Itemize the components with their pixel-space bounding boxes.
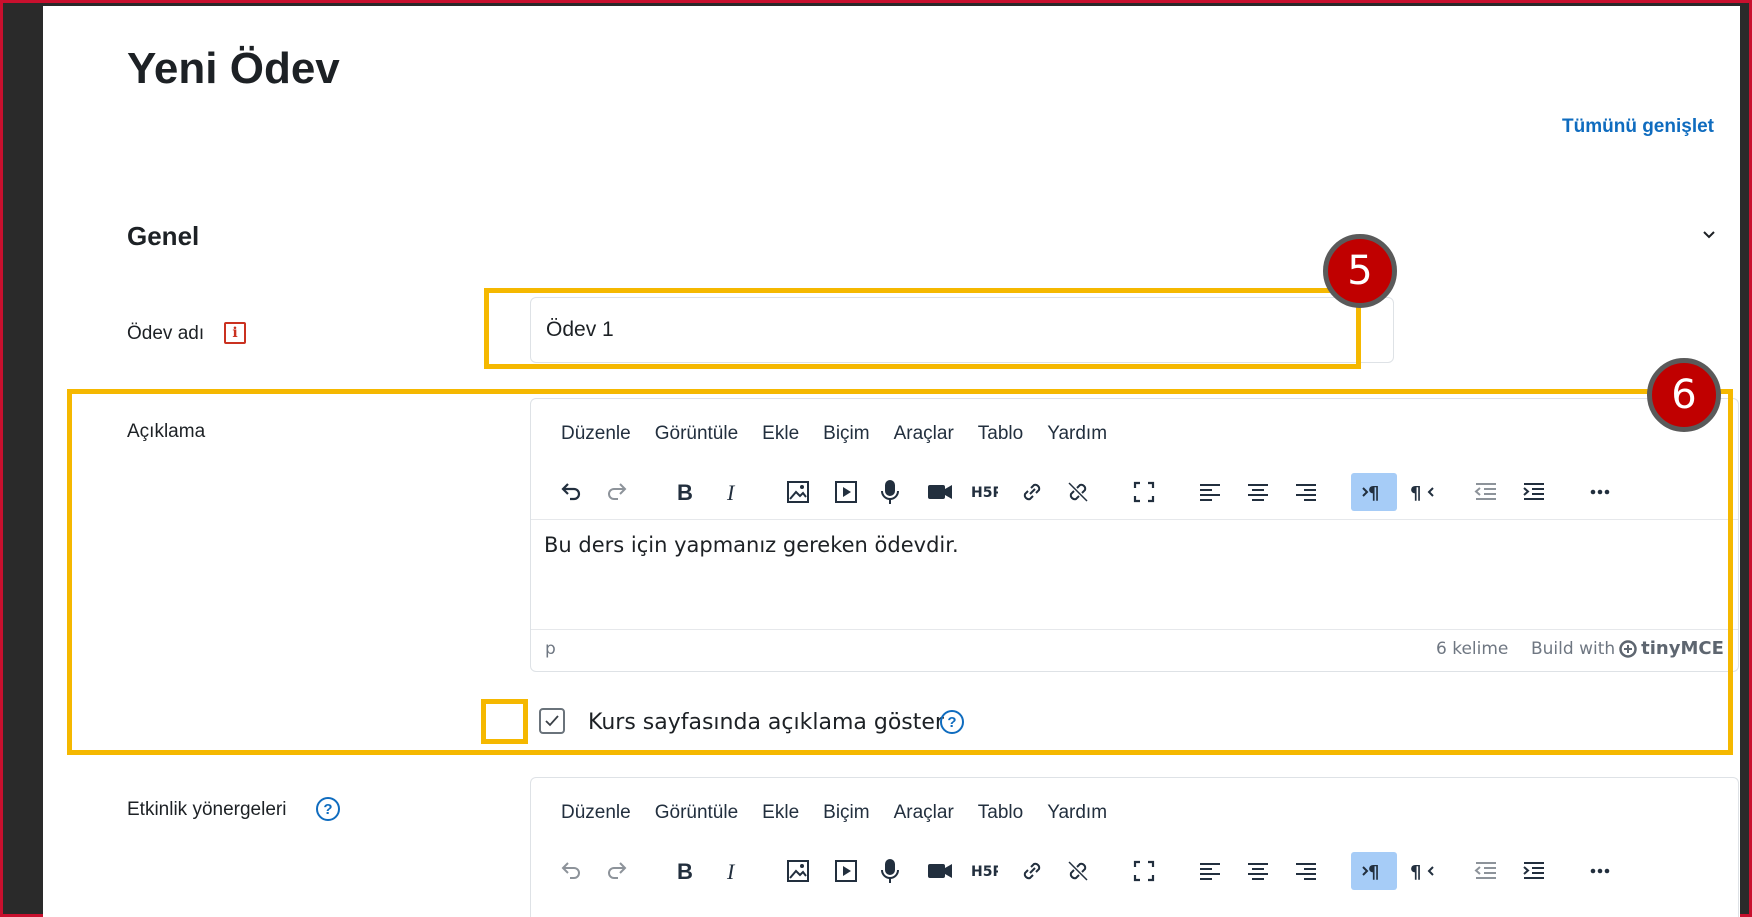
align-left-icon[interactable] [1191, 473, 1229, 511]
unlink-icon[interactable] [1059, 852, 1097, 890]
editor-menubar: Düzenle Görüntüle Ekle Biçim Araçlar Tab… [561, 423, 1131, 445]
svg-text:¶: ¶ [1410, 483, 1421, 504]
undo-icon[interactable] [551, 473, 589, 511]
tinymce-branding[interactable]: Build with tinyMCE [1531, 638, 1724, 659]
editor-statusbar: p 6 kelime Build with tinyMCE [531, 629, 1738, 663]
align-right-icon[interactable] [1287, 852, 1325, 890]
h5p-icon[interactable]: H5P [965, 852, 1003, 890]
screenshot-frame: Yeni Ödev Tümünü genişlet Genel Ödev adı… [0, 0, 1752, 917]
svg-text:I: I [726, 859, 736, 884]
video-icon[interactable] [921, 473, 959, 511]
tinymce-logo-icon [1619, 639, 1637, 658]
indent-icon[interactable] [1515, 852, 1553, 890]
menu-tools[interactable]: Araçlar [894, 423, 954, 445]
menu-insert[interactable]: Ekle [762, 423, 799, 445]
outdent-icon[interactable] [1467, 852, 1505, 890]
page: Yeni Ödev Tümünü genişlet Genel Ödev adı… [43, 6, 1740, 917]
fullscreen-icon[interactable] [1125, 852, 1163, 890]
name-label: Ödev adı [127, 323, 205, 344]
link-icon[interactable] [1013, 473, 1051, 511]
help-icon[interactable]: ? [940, 710, 964, 734]
description-editor[interactable]: Düzenle Görüntüle Ekle Biçim Araçlar Tab… [530, 398, 1739, 672]
ltr-icon[interactable]: ¶ [1351, 852, 1397, 890]
image-icon[interactable] [779, 473, 817, 511]
expand-all-link[interactable]: Tümünü genişlet [1562, 116, 1714, 138]
tinymce-brand-text: tinyMCE [1641, 638, 1724, 659]
element-path[interactable]: p [545, 639, 556, 659]
indent-icon[interactable] [1515, 473, 1553, 511]
link-icon[interactable] [1013, 852, 1051, 890]
step-marker-6: 6 [1647, 358, 1721, 432]
editor-menubar: Düzenle Görüntüle Ekle Biçim Araçlar Tab… [561, 802, 1131, 824]
menu-help[interactable]: Yardım [1047, 423, 1107, 445]
menu-edit[interactable]: Düzenle [561, 802, 631, 824]
chevron-down-icon[interactable] [1699, 224, 1719, 244]
svg-text:B: B [677, 859, 693, 884]
svg-text:¶: ¶ [1368, 862, 1379, 883]
description-label: Açıklama [127, 421, 206, 442]
svg-text:B: B [677, 480, 693, 505]
h5p-icon[interactable]: H5P [965, 473, 1003, 511]
show-description-label: Kurs sayfasında açıklama göster [588, 710, 944, 735]
media-icon[interactable] [827, 852, 865, 890]
svg-text:H5P: H5P [971, 485, 998, 501]
unlink-icon[interactable] [1059, 473, 1097, 511]
align-right-icon[interactable] [1287, 473, 1325, 511]
svg-text:I: I [726, 480, 736, 505]
menu-view[interactable]: Görüntüle [655, 802, 738, 824]
instructions-label: Etkinlik yönergeleri [127, 799, 287, 820]
microphone-icon[interactable] [871, 473, 909, 511]
ltr-icon[interactable]: ¶ [1351, 473, 1397, 511]
menu-help[interactable]: Yardım [1047, 802, 1107, 824]
svg-text:H5P: H5P [971, 864, 998, 880]
menu-format[interactable]: Biçim [823, 802, 869, 824]
undo-icon[interactable] [551, 852, 589, 890]
redo-icon[interactable] [599, 852, 637, 890]
menu-table[interactable]: Tablo [978, 423, 1023, 445]
editor-toolbar: B I H5P ¶ ¶ [551, 852, 1731, 890]
italic-icon[interactable]: I [713, 852, 751, 890]
step-marker-5: 5 [1323, 234, 1397, 308]
fullscreen-icon[interactable] [1125, 473, 1163, 511]
highlight-checkbox [481, 699, 528, 744]
assignment-name-input[interactable]: Ödev 1 [530, 297, 1394, 363]
rtl-icon[interactable]: ¶ [1403, 473, 1441, 511]
editor-content[interactable]: Bu ders için yapmanız gereken ödevdir. [531, 519, 1738, 629]
media-icon[interactable] [827, 473, 865, 511]
more-icon[interactable] [1581, 852, 1619, 890]
editor-toolbar: B I H5P ¶ ¶ [551, 473, 1731, 511]
menu-table[interactable]: Tablo [978, 802, 1023, 824]
menu-insert[interactable]: Ekle [762, 802, 799, 824]
help-icon[interactable]: ? [316, 797, 340, 821]
menu-view[interactable]: Görüntüle [655, 423, 738, 445]
redo-icon[interactable] [599, 473, 637, 511]
align-center-icon[interactable] [1239, 473, 1277, 511]
bold-icon[interactable]: B [665, 852, 703, 890]
microphone-icon[interactable] [871, 852, 909, 890]
video-icon[interactable] [921, 852, 959, 890]
checkmark-icon [545, 715, 559, 727]
form-card: Yeni Ödev Tümünü genişlet Genel Ödev adı… [43, 6, 1740, 917]
page-title: Yeni Ödev [127, 44, 340, 93]
instructions-editor[interactable]: Düzenle Görüntüle Ekle Biçim Araçlar Tab… [530, 777, 1739, 917]
rtl-icon[interactable]: ¶ [1403, 852, 1441, 890]
italic-icon[interactable]: I [713, 473, 751, 511]
show-description-checkbox[interactable] [539, 708, 565, 734]
image-icon[interactable] [779, 852, 817, 890]
menu-format[interactable]: Biçim [823, 423, 869, 445]
bold-icon[interactable]: B [665, 473, 703, 511]
menu-tools[interactable]: Araçlar [894, 802, 954, 824]
section-title: Genel [127, 221, 200, 251]
align-center-icon[interactable] [1239, 852, 1277, 890]
build-with-text: Build with [1531, 638, 1616, 659]
more-icon[interactable] [1581, 473, 1619, 511]
outdent-icon[interactable] [1467, 473, 1505, 511]
svg-text:¶: ¶ [1410, 862, 1421, 883]
word-count[interactable]: 6 kelime [1436, 639, 1508, 659]
align-left-icon[interactable] [1191, 852, 1229, 890]
menu-edit[interactable]: Düzenle [561, 423, 631, 445]
required-icon: i [224, 322, 246, 344]
svg-text:¶: ¶ [1368, 483, 1379, 504]
